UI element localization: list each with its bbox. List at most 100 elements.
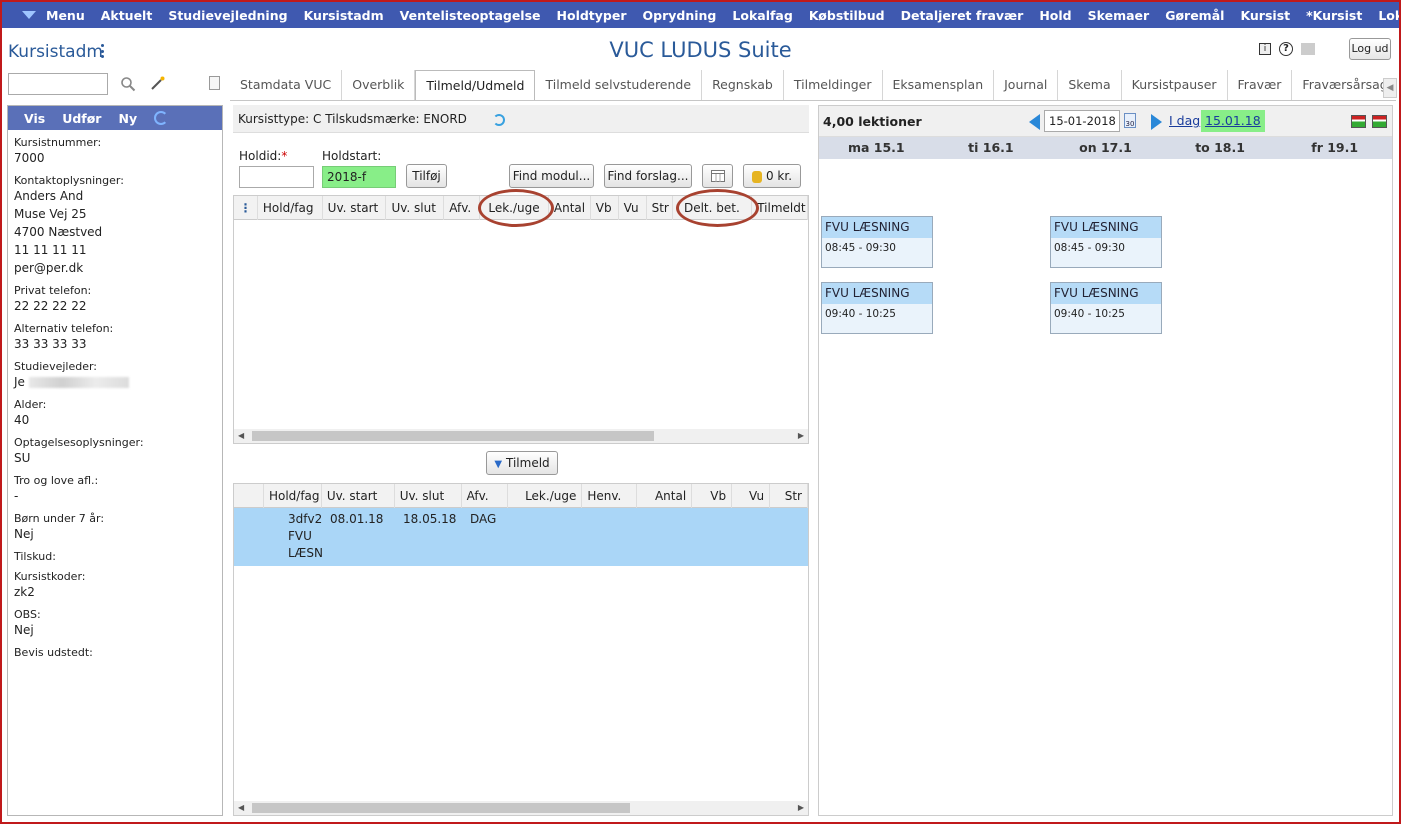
tab-skema[interactable]: Skema bbox=[1058, 70, 1122, 100]
nav-kursist[interactable]: Kursist bbox=[1232, 8, 1298, 23]
field-value: SU bbox=[14, 451, 31, 465]
next-week-icon[interactable] bbox=[1151, 114, 1162, 130]
nav-menu[interactable]: Menu bbox=[46, 8, 93, 23]
col-vb[interactable]: Vb bbox=[591, 196, 619, 220]
scroll-left-icon[interactable]: ◀ bbox=[238, 429, 244, 443]
col-lek-uge[interactable]: Lek./uge bbox=[508, 484, 583, 508]
col-uv-start[interactable]: Uv. start bbox=[322, 484, 395, 508]
enrolled-courses-grid: Hold/fag Uv. start Uv. slut Afv. Lek./ug… bbox=[233, 483, 809, 816]
col-antal[interactable]: Antal bbox=[549, 196, 591, 220]
nav-lokalfag[interactable]: Lokalfag bbox=[724, 8, 800, 23]
calendar-event[interactable]: FVU LÆSNING 08:45 - 09:30 bbox=[1050, 216, 1162, 268]
col-uv-start[interactable]: Uv. start bbox=[323, 196, 387, 220]
scroll-right-icon[interactable]: ▶ bbox=[798, 429, 804, 443]
tilfoej-button[interactable]: Tilføj bbox=[406, 164, 447, 188]
calendar-picker-icon[interactable]: 30 bbox=[1124, 113, 1136, 128]
field-value: 22 22 22 22 bbox=[14, 299, 87, 313]
nav-oprydning[interactable]: Oprydning bbox=[635, 8, 725, 23]
tab-tilmeld-selvstuderende[interactable]: Tilmeld selvstuderende bbox=[535, 70, 703, 100]
field-label: Børn under 7 år: bbox=[14, 512, 105, 525]
help-icon[interactable]: ? bbox=[1279, 42, 1293, 56]
nav-goeremaal[interactable]: Gøremål bbox=[1157, 8, 1232, 23]
tilmeld-button[interactable]: ▼ Tilmeld bbox=[486, 451, 558, 475]
tab-stamdata[interactable]: Stamdata VUC bbox=[230, 70, 343, 100]
scrollbar-thumb[interactable] bbox=[252, 803, 630, 813]
table-row[interactable]: 3dfv2 FVU LÆSN 08.01.18 18.05.18 DAG bbox=[234, 508, 808, 566]
holdid-input[interactable] bbox=[239, 166, 314, 188]
money-button[interactable]: 0 kr. bbox=[743, 164, 801, 188]
nav-detaljeret-fravaer[interactable]: Detaljeret fravær bbox=[893, 8, 1032, 23]
field-label: Alder: bbox=[14, 398, 47, 411]
field-value: Anders And bbox=[14, 189, 84, 203]
col-vu[interactable]: Vu bbox=[732, 484, 771, 508]
date-input[interactable]: 15-01-2018 bbox=[1044, 110, 1120, 132]
today-link[interactable]: I dag bbox=[1169, 113, 1200, 128]
holdstart-input[interactable]: 2018-f bbox=[322, 166, 396, 188]
horizontal-scrollbar[interactable]: ◀ ▶ bbox=[234, 801, 808, 815]
search-icon[interactable] bbox=[120, 76, 136, 92]
tab-kursistpauser[interactable]: Kursistpauser bbox=[1122, 70, 1228, 100]
col-afv[interactable]: Afv. bbox=[462, 484, 508, 508]
calendar-event[interactable]: FVU LÆSNING 08:45 - 09:30 bbox=[821, 216, 933, 268]
col-uv-slut[interactable]: Uv. slut bbox=[395, 484, 462, 508]
nav-lokaleoversigt[interactable]: Lokaleoversigt bbox=[1370, 8, 1399, 23]
scroll-left-icon[interactable]: ◀ bbox=[238, 801, 244, 815]
nav-kursistadm[interactable]: Kursistadm bbox=[296, 8, 392, 23]
find-modul-button[interactable]: Find modul... bbox=[509, 164, 594, 188]
print-calendar-icon[interactable] bbox=[1372, 115, 1387, 128]
col-str[interactable]: Str bbox=[647, 196, 673, 220]
tab-overblik[interactable]: Overblik bbox=[342, 70, 416, 100]
search-input[interactable] bbox=[8, 73, 108, 95]
col-hold-fag[interactable]: Hold/fag bbox=[264, 484, 322, 508]
menu-dropdown-icon[interactable] bbox=[22, 11, 36, 19]
col-antal[interactable]: Antal bbox=[637, 484, 693, 508]
scroll-right-icon[interactable]: ▶ bbox=[798, 801, 804, 815]
nav-star-kursist[interactable]: *Kursist bbox=[1298, 8, 1370, 23]
ny-button[interactable]: Ny bbox=[118, 111, 137, 126]
col-hold-fag[interactable]: Hold/fag bbox=[258, 196, 323, 220]
sync-icon[interactable] bbox=[492, 113, 505, 126]
tab-fravaer[interactable]: Fravær bbox=[1228, 70, 1293, 100]
tab-eksamensplan[interactable]: Eksamensplan bbox=[883, 70, 995, 100]
nav-hold[interactable]: Hold bbox=[1031, 8, 1079, 23]
tab-tilmeldinger[interactable]: Tilmeldinger bbox=[784, 70, 883, 100]
vis-button[interactable]: Vis bbox=[24, 111, 45, 126]
nav-skemaer[interactable]: Skemaer bbox=[1080, 8, 1158, 23]
nav-ventelisteoptagelse[interactable]: Ventelisteoptagelse bbox=[392, 8, 549, 23]
col-afv[interactable]: Afv. bbox=[444, 196, 481, 220]
calendar-button[interactable] bbox=[702, 164, 733, 188]
find-forslag-button[interactable]: Find forslag... bbox=[604, 164, 692, 188]
magic-wand-icon[interactable] bbox=[150, 75, 166, 91]
prev-week-icon[interactable] bbox=[1029, 114, 1040, 130]
udfoer-button[interactable]: Udfør bbox=[62, 111, 101, 126]
col-uv-slut[interactable]: Uv. slut bbox=[386, 196, 445, 220]
logout-button[interactable]: Log ud bbox=[1349, 38, 1391, 60]
user-icon[interactable] bbox=[1301, 43, 1315, 55]
nav-koebstilbud[interactable]: Købstilbud bbox=[801, 8, 893, 23]
event-time: 09:40 - 10:25 bbox=[1054, 308, 1125, 320]
column-menu-icon[interactable]: ⋮ bbox=[234, 196, 258, 220]
tab-journal[interactable]: Journal bbox=[994, 70, 1059, 100]
page-icon[interactable] bbox=[209, 76, 220, 90]
cell-hold-2: FVU bbox=[288, 529, 312, 543]
col-tilmeldt[interactable]: Tilmeldt bbox=[752, 196, 809, 220]
tab-tilmeld-udmeld[interactable]: Tilmeld/Udmeld bbox=[415, 70, 536, 100]
scrollbar-thumb[interactable] bbox=[252, 431, 654, 441]
calendar-event[interactable]: FVU LÆSNING 09:40 - 10:25 bbox=[1050, 282, 1162, 334]
nav-studievejledning[interactable]: Studievejledning bbox=[160, 8, 295, 23]
col-vu[interactable]: Vu bbox=[619, 196, 647, 220]
tab-scroll-arrow-icon[interactable]: ◀ bbox=[1383, 78, 1397, 98]
col-str[interactable]: Str bbox=[770, 484, 808, 508]
today-date[interactable]: 15.01.18 bbox=[1201, 110, 1265, 132]
calendar-event[interactable]: FVU LÆSNING 09:40 - 10:25 bbox=[821, 282, 933, 334]
refresh-icon[interactable] bbox=[154, 111, 169, 125]
horizontal-scrollbar[interactable]: ◀ ▶ bbox=[234, 429, 808, 443]
col-henv[interactable]: Henv. bbox=[582, 484, 638, 508]
nav-aktuelt[interactable]: Aktuelt bbox=[93, 8, 161, 23]
tab-fravaersaarsager[interactable]: Fraværsårsager bbox=[1292, 70, 1396, 100]
col-vb[interactable]: Vb bbox=[692, 484, 733, 508]
tab-regnskab[interactable]: Regnskab bbox=[702, 70, 784, 100]
nav-holdtyper[interactable]: Holdtyper bbox=[549, 8, 635, 23]
export-calendar-icon[interactable] bbox=[1351, 115, 1366, 128]
info-icon[interactable]: i bbox=[1259, 43, 1271, 55]
